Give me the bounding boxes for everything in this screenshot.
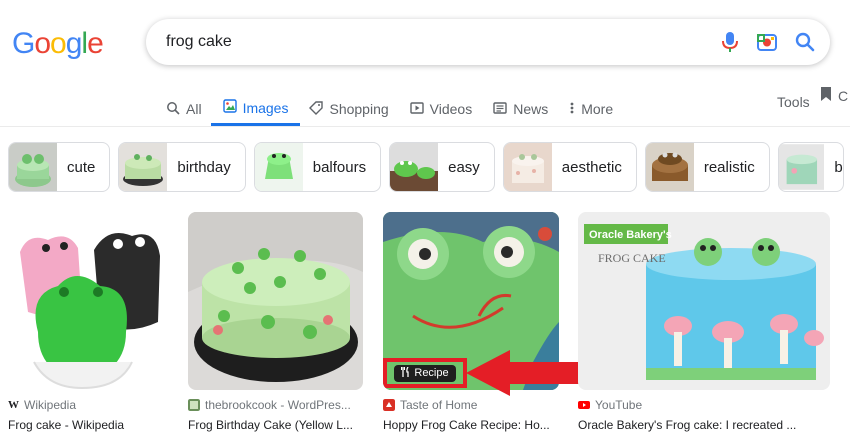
result-source: YouTube — [578, 398, 830, 412]
chip-thumbnail — [119, 143, 168, 191]
saved-button[interactable]: C — [820, 86, 848, 105]
source-name: Wikipedia — [24, 398, 77, 412]
result-source: W Wikipedia — [8, 398, 168, 412]
chip-label: balfours — [312, 158, 367, 176]
result-image[interactable] — [8, 212, 168, 390]
chip-cute[interactable]: cute — [8, 142, 111, 192]
chip-balfours[interactable]: balfours — [253, 142, 382, 192]
logo-letter: o — [34, 27, 51, 60]
tab-label: Videos — [429, 101, 473, 117]
chip-thumbnail — [390, 143, 439, 191]
logo-letter: e — [87, 27, 104, 60]
chip-realistic[interactable]: realistic — [644, 142, 770, 192]
chip-thumbnail — [503, 143, 552, 191]
logo-letter: o — [50, 27, 67, 60]
tag-icon — [309, 100, 324, 118]
tab-label: Images — [242, 99, 289, 116]
overlay-subtitle: FROG CAKE — [598, 251, 666, 265]
news-icon — [493, 101, 507, 118]
microphone-icon[interactable] — [720, 30, 740, 54]
tab-label: More — [581, 101, 614, 117]
source-name: thebrookcook - WordPres... — [205, 398, 351, 412]
tab-news[interactable]: News — [493, 92, 548, 126]
image-result[interactable]: W Wikipedia Frog cake - Wikipedia — [8, 212, 168, 432]
image-result[interactable]: Recipe Taste of Home Hoppy Frog Cake Rec… — [383, 212, 559, 432]
search-icon[interactable] — [794, 31, 816, 53]
tab-videos[interactable]: Videos — [409, 92, 473, 126]
play-icon — [409, 101, 424, 118]
header-divider — [0, 126, 850, 127]
chip-thumbnail — [778, 144, 825, 190]
result-title[interactable]: Oracle Bakery's Frog cake: I recreated .… — [578, 418, 830, 432]
image-result[interactable]: thebrookcook - WordPres... Frog Birthday… — [188, 212, 363, 432]
tools-button[interactable]: Tools — [777, 94, 810, 110]
result-title[interactable]: Frog Birthday Cake (Yellow L... — [188, 418, 363, 432]
tab-label: News — [513, 101, 549, 117]
chip-label: cute — [67, 158, 96, 176]
tab-more[interactable]: More — [569, 92, 613, 126]
chip-label: realistic — [703, 158, 755, 176]
bookmark-icon — [820, 86, 832, 105]
images-icon — [222, 99, 237, 116]
image-result[interactable]: Oracle Bakery's FROG CAKE YouTube Oracle… — [578, 212, 830, 432]
badge-label: Recipe — [414, 367, 449, 379]
frog-cake-video-thumbnail: Oracle Bakery's FROG CAKE — [578, 212, 830, 390]
chip-thumbnail — [645, 143, 694, 191]
tab-label: Shopping — [329, 101, 389, 117]
logo-letter: G — [12, 27, 35, 60]
fork-knife-icon — [401, 366, 410, 380]
result-source: Taste of Home — [383, 398, 559, 412]
chip-easy[interactable]: easy — [389, 142, 495, 192]
tab-all[interactable]: All — [166, 92, 202, 126]
chip-label: aesthetic — [561, 158, 622, 176]
chip-birthday[interactable]: birthday — [118, 142, 246, 192]
chip-label: birthday — [177, 158, 231, 176]
wikipedia-icon: W — [8, 399, 19, 411]
chip-b[interactable]: b — [777, 142, 844, 192]
tab-images[interactable]: Images — [210, 92, 301, 126]
tab-shopping[interactable]: Shopping — [309, 92, 389, 126]
chip-thumbnail — [254, 143, 303, 191]
search-tabs: All Images Shopping Videos News More — [166, 92, 634, 126]
recipe-badge[interactable]: Recipe — [383, 358, 467, 388]
search-input[interactable] — [166, 33, 686, 51]
result-title[interactable]: Frog cake - Wikipedia — [8, 418, 168, 432]
related-chips: cute birthday balfours easy aesthetic re… — [8, 142, 844, 192]
result-image[interactable] — [188, 212, 363, 390]
overlay-title: Oracle Bakery's — [589, 229, 672, 241]
chip-thumbnail — [9, 143, 57, 191]
chip-aesthetic[interactable]: aesthetic — [502, 142, 637, 192]
chip-label: b — [834, 158, 843, 176]
result-title[interactable]: Hoppy Frog Cake Recipe: Ho... — [383, 418, 559, 432]
source-name: YouTube — [595, 398, 643, 412]
google-logo[interactable]: Google — [12, 27, 104, 61]
search-bar — [146, 19, 830, 65]
frog-cake-photo — [8, 212, 168, 390]
youtube-icon — [578, 401, 590, 409]
site-favicon — [188, 399, 200, 411]
chip-label: easy — [448, 158, 480, 176]
result-source: thebrookcook - WordPres... — [188, 398, 363, 412]
more-vert-icon — [569, 101, 575, 118]
camera-lens-icon[interactable] — [756, 31, 778, 53]
search-actions — [720, 30, 816, 54]
taste-of-home-icon — [383, 399, 395, 411]
search-icon — [166, 101, 180, 118]
result-image[interactable]: Oracle Bakery's FROG CAKE — [578, 212, 830, 390]
frog-cake-photo — [188, 212, 363, 390]
source-name: Taste of Home — [400, 398, 478, 412]
logo-letter: g — [65, 27, 83, 60]
saved-label: C — [838, 87, 849, 104]
tab-label: All — [186, 101, 202, 117]
